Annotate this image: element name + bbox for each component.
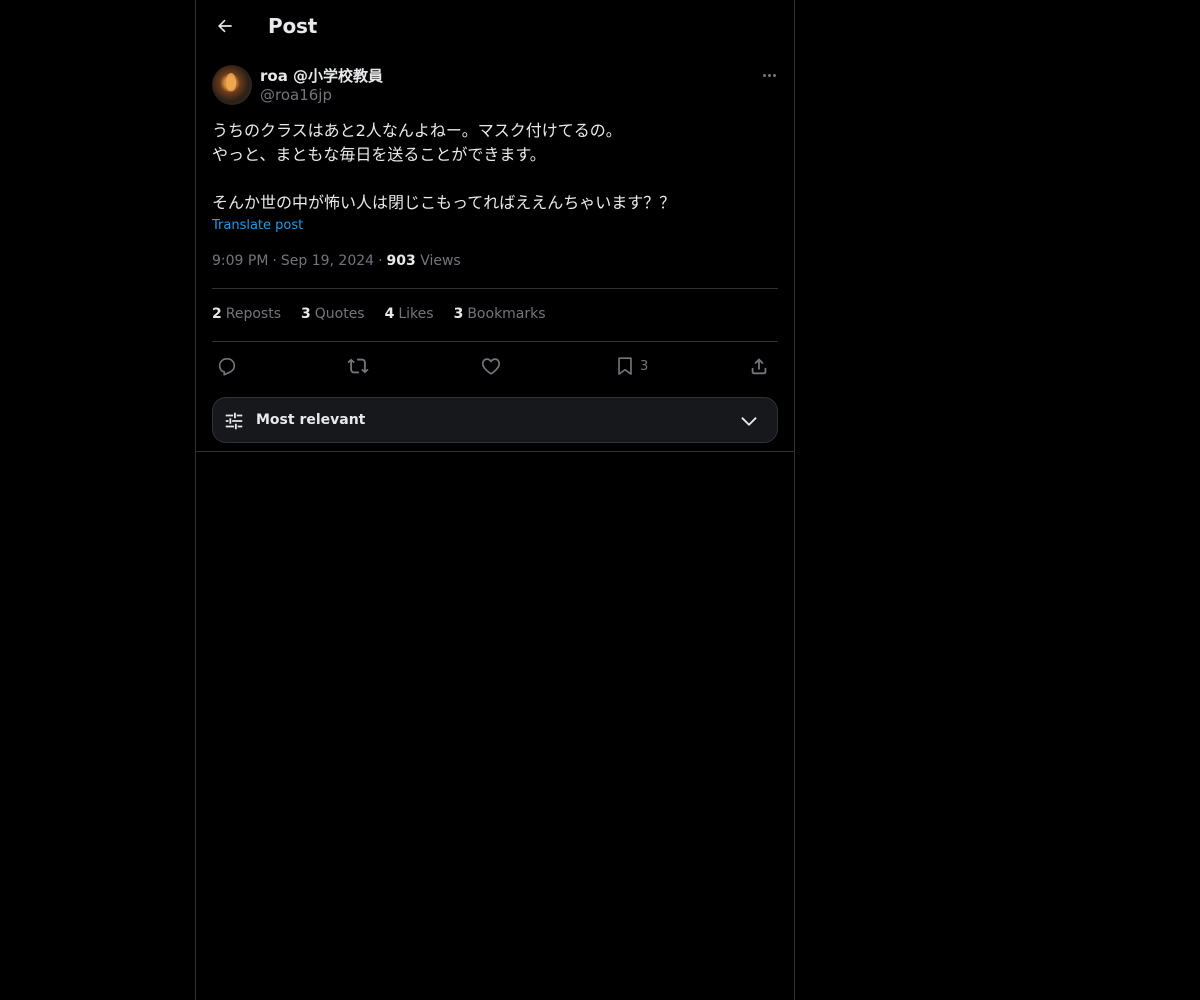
likes-stat[interactable]: 4 Likes bbox=[385, 306, 434, 322]
sliders-icon bbox=[225, 412, 243, 430]
post-text-line: そんか世の中が怖い人は閉じこもってればええんちゃいます？？ bbox=[212, 193, 676, 212]
reposts-label: Reposts bbox=[225, 306, 281, 322]
post-text-line: うちのクラスはあと2人なんよねー。マスク付けてるの。 bbox=[212, 121, 622, 140]
quotes-label: Quotes bbox=[314, 306, 365, 322]
chevron-down-icon bbox=[741, 417, 757, 426]
bookmark-count: 3 bbox=[640, 358, 649, 374]
arrow-left-icon bbox=[218, 19, 232, 33]
meta-separator: · bbox=[272, 253, 277, 269]
reposts-stat[interactable]: 2 Reposts bbox=[212, 306, 281, 322]
sort-replies-dropdown[interactable]: Most relevant bbox=[212, 397, 778, 443]
avatar[interactable] bbox=[212, 65, 252, 105]
share-button[interactable] bbox=[748, 352, 770, 380]
author-handle[interactable]: @roa16jp bbox=[260, 86, 332, 104]
more-horizontal-icon bbox=[762, 73, 766, 77]
quotes-count: 3 bbox=[301, 306, 311, 322]
reposts-count: 2 bbox=[212, 306, 222, 322]
page-title: Post bbox=[268, 14, 318, 38]
repost-button[interactable] bbox=[346, 352, 370, 380]
post-column: Post roa @小学校教員 @roa16jp うちのクラスはあと2人なんよね… bbox=[195, 0, 795, 1000]
views-label: Views bbox=[420, 253, 461, 269]
bookmark-button[interactable]: 3 bbox=[614, 352, 648, 380]
post-text-line bbox=[212, 167, 780, 191]
share-icon bbox=[751, 358, 767, 375]
engagement-stats: 2 Reposts 3 Quotes 4 Likes 3 Bookmarks bbox=[212, 306, 546, 322]
divider bbox=[212, 288, 778, 289]
meta-separator: · bbox=[378, 253, 383, 269]
action-bar: 3 bbox=[212, 352, 778, 380]
more-options-button[interactable] bbox=[756, 62, 782, 88]
post-text: うちのクラスはあと2人なんよねー。マスク付けてるの。 やっと、まともな毎日を送る… bbox=[212, 119, 780, 215]
post-text-line: やっと、まともな毎日を送ることができます。 bbox=[212, 145, 546, 164]
post-meta: 9:09 PM · Sep 19, 2024 · 903 Views bbox=[212, 253, 461, 269]
divider bbox=[212, 341, 778, 342]
reply-icon bbox=[218, 358, 236, 376]
post-date[interactable]: Sep 19, 2024 bbox=[281, 253, 374, 269]
views-count: 903 bbox=[386, 253, 416, 269]
like-button[interactable] bbox=[480, 352, 502, 380]
author-display-name[interactable]: roa @小学校教員 bbox=[260, 65, 383, 86]
likes-label: Likes bbox=[398, 306, 434, 322]
back-button[interactable] bbox=[208, 9, 242, 43]
more-dot bbox=[772, 73, 776, 77]
more-dot bbox=[767, 73, 771, 77]
section-divider bbox=[196, 451, 794, 452]
bookmarks-stat[interactable]: 3 Bookmarks bbox=[454, 306, 546, 322]
header: Post bbox=[196, 0, 794, 54]
heart-icon bbox=[481, 358, 501, 375]
sort-label: Most relevant bbox=[256, 412, 366, 428]
post-time[interactable]: 9:09 PM bbox=[212, 253, 268, 269]
reply-button[interactable] bbox=[216, 352, 238, 380]
bookmark-icon bbox=[618, 357, 632, 375]
likes-count: 4 bbox=[384, 306, 395, 322]
repost-icon bbox=[347, 358, 369, 374]
bookmarks-label: Bookmarks bbox=[467, 306, 546, 322]
quotes-stat[interactable]: 3 Quotes bbox=[301, 306, 365, 322]
bookmarks-count: 3 bbox=[453, 306, 464, 322]
translate-post-link[interactable]: Translate post bbox=[212, 218, 303, 233]
